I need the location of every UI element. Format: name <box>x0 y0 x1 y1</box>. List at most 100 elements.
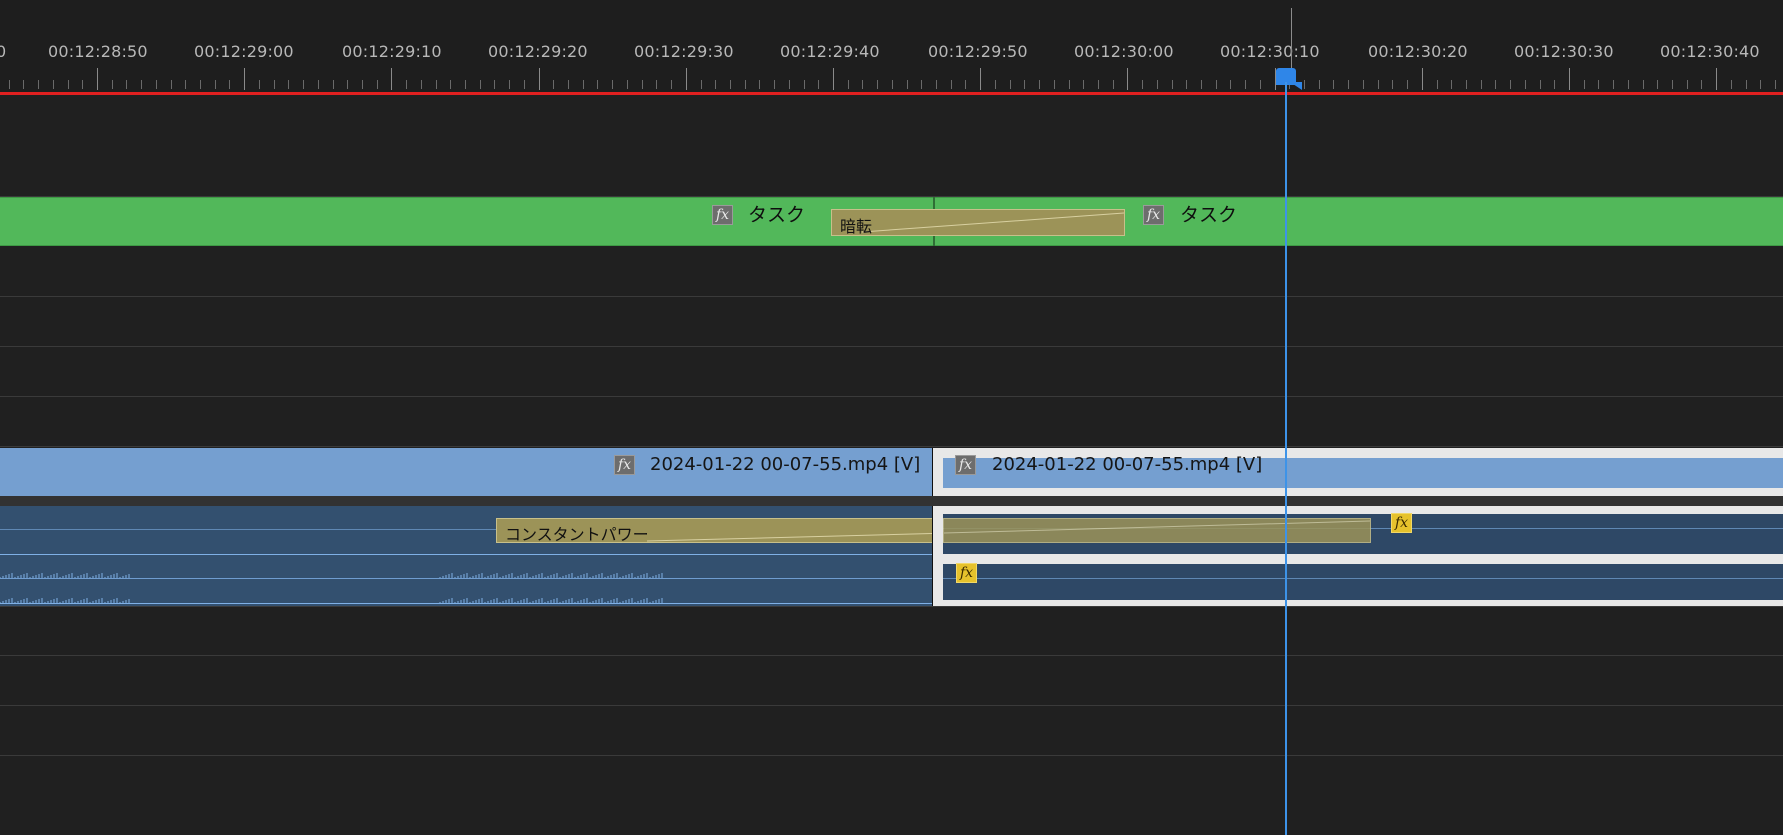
fx-badge-icon[interactable]: fx <box>1391 513 1412 533</box>
ruler-minor-tick <box>1363 80 1364 89</box>
ruler-minor-tick <box>1304 80 1305 89</box>
ruler-timecode: 00:12:30:00 <box>1074 42 1174 61</box>
time-ruler[interactable]: 0 00:12:28:50 00:12:29:00 00:12:29:10 00… <box>0 0 1783 92</box>
playhead-guide <box>1291 8 1292 76</box>
ruler-minor-tick <box>480 80 481 89</box>
ruler-major-tick <box>97 68 98 90</box>
work-area-bar <box>0 92 1783 95</box>
ruler-minor-tick <box>921 80 922 89</box>
ruler-timecode: 00:12:30:20 <box>1368 42 1468 61</box>
ruler-major-tick <box>539 68 540 90</box>
ruler-timecode: 00:12:29:40 <box>780 42 880 61</box>
ruler-timecode: 00:12:30:10 <box>1220 42 1320 61</box>
track-divider <box>0 705 1783 706</box>
ruler-minor-tick <box>1466 80 1467 89</box>
ruler-minor-tick <box>1687 80 1688 89</box>
ruler-minor-tick <box>1024 80 1025 89</box>
ruler-minor-tick <box>171 80 172 89</box>
ruler-minor-tick <box>730 80 731 89</box>
ruler-minor-tick <box>303 80 304 89</box>
ruler-minor-tick <box>553 80 554 89</box>
ruler-timecode: 00:12:28:50 <box>48 42 148 61</box>
ruler-minor-tick <box>1746 80 1747 89</box>
fx-badge-icon[interactable]: fx <box>1143 205 1164 225</box>
ruler-minor-tick <box>1451 80 1452 89</box>
audio-volume-line <box>943 578 1783 579</box>
ruler-minor-tick <box>1142 80 1143 89</box>
ruler-major-tick <box>1127 68 1128 90</box>
ruler-minor-tick <box>126 80 127 89</box>
ruler-minor-tick <box>1613 80 1614 89</box>
ruler-minor-tick <box>1069 80 1070 89</box>
ruler-minor-tick <box>465 80 466 89</box>
ruler-minor-tick <box>259 80 260 89</box>
ruler-timecode: 0 <box>0 42 7 61</box>
ruler-timecode: 00:12:29:00 <box>194 42 294 61</box>
ruler-minor-tick <box>1348 80 1349 89</box>
fx-badge-icon[interactable]: fx <box>955 455 976 475</box>
ruler-minor-tick <box>583 80 584 89</box>
ruler-minor-tick <box>1731 80 1732 89</box>
ruler-major-tick <box>244 68 245 90</box>
ruler-minor-tick <box>274 80 275 89</box>
graphics-transition-dip-to-black[interactable]: 暗転 <box>831 209 1125 236</box>
track-divider <box>0 396 1783 397</box>
ruler-minor-tick <box>1083 80 1084 89</box>
ruler-minor-tick <box>612 80 613 89</box>
ruler-minor-tick <box>1495 80 1496 89</box>
ruler-minor-tick <box>656 80 657 89</box>
ruler-timecode: 00:12:30:30 <box>1514 42 1614 61</box>
ruler-minor-tick <box>185 80 186 89</box>
ruler-minor-tick <box>53 80 54 89</box>
ruler-minor-tick <box>1392 80 1393 89</box>
ruler-minor-tick <box>877 80 878 89</box>
ruler-minor-tick <box>9 80 10 89</box>
ruler-minor-tick <box>1481 80 1482 89</box>
ruler-minor-tick <box>848 80 849 89</box>
ruler-minor-tick <box>406 80 407 89</box>
ruler-minor-tick <box>1319 80 1320 89</box>
ruler-minor-tick <box>804 80 805 89</box>
transition-label: 暗転 <box>840 217 873 236</box>
ruler-minor-tick <box>1701 80 1702 89</box>
ruler-timecode: 00:12:30:40 <box>1660 42 1760 61</box>
fx-badge-icon[interactable]: fx <box>956 563 977 583</box>
ruler-minor-tick <box>156 80 157 89</box>
audio-transition-overlap <box>943 518 1371 543</box>
ruler-major-tick <box>1716 68 1717 90</box>
ruler-minor-tick <box>642 80 643 89</box>
ruler-major-tick <box>1569 68 1570 90</box>
ruler-timecode: 00:12:29:20 <box>488 42 588 61</box>
ruler-minor-tick <box>1186 80 1187 89</box>
transition-ramp-line <box>944 520 1371 534</box>
track-divider <box>0 446 1783 447</box>
ruler-minor-tick <box>951 80 952 89</box>
ruler-minor-tick <box>1157 80 1158 89</box>
ruler-timecode: 00:12:29:30 <box>634 42 734 61</box>
ruler-minor-tick <box>524 80 525 89</box>
ruler-minor-tick <box>759 80 760 89</box>
ruler-minor-tick <box>450 80 451 89</box>
ruler-minor-tick <box>568 80 569 89</box>
audio-channel-2 <box>943 564 1783 600</box>
ruler-minor-tick <box>1598 80 1599 89</box>
playhead-line[interactable] <box>1285 82 1287 835</box>
ruler-minor-tick <box>1657 80 1658 89</box>
ruler-minor-tick <box>715 80 716 89</box>
ruler-major-tick <box>1422 68 1423 90</box>
ruler-minor-tick <box>229 80 230 89</box>
ruler-minor-tick <box>1407 80 1408 89</box>
ruler-minor-tick <box>494 80 495 89</box>
ruler-minor-tick <box>1172 80 1173 89</box>
ruler-minor-tick <box>1201 80 1202 89</box>
ruler-minor-tick <box>1437 80 1438 89</box>
ruler-major-tick <box>686 68 687 90</box>
ruler-minor-tick <box>1554 80 1555 89</box>
fx-badge-icon[interactable]: fx <box>712 205 733 225</box>
ruler-minor-tick <box>1775 80 1776 89</box>
ruler-minor-tick <box>347 80 348 89</box>
fx-badge-icon[interactable]: fx <box>614 455 635 475</box>
ruler-minor-tick <box>1054 80 1055 89</box>
ruler-minor-tick <box>789 80 790 89</box>
ruler-minor-tick <box>1584 80 1585 89</box>
